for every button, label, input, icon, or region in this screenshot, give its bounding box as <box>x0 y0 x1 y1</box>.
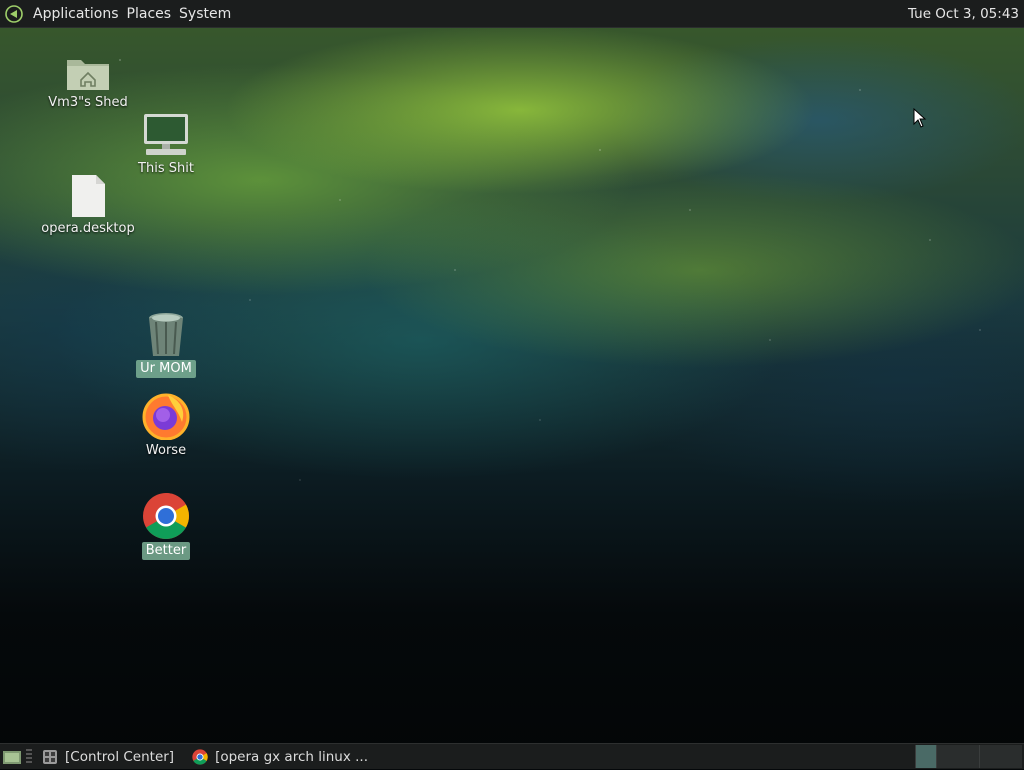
workspace-1[interactable] <box>915 745 936 768</box>
task-label: [opera gx arch linux ... <box>215 748 368 765</box>
home-folder-icon <box>33 40 143 92</box>
computer-icon <box>111 110 221 158</box>
clock[interactable]: Tue Oct 3, 05:43 <box>908 6 1019 22</box>
panel-separator <box>26 748 32 765</box>
desktop-icon-chrome[interactable]: Better <box>111 488 221 560</box>
show-desktop-icon[interactable] <box>2 748 22 766</box>
desktop-icon-home[interactable]: Vm3"s Shed <box>33 40 143 112</box>
chrome-icon <box>111 488 221 540</box>
mouse-cursor-icon <box>913 108 927 128</box>
desktop-icon-label: Ur MOM <box>136 360 196 378</box>
file-icon <box>33 172 143 218</box>
desktop-icon-label: This Shit <box>138 161 194 176</box>
menu-system[interactable]: System <box>175 6 235 22</box>
desktop-icon-computer[interactable]: This Shit <box>111 110 221 178</box>
workspace-3[interactable] <box>979 745 1022 768</box>
desktop-icon-trash[interactable]: Ur MOM <box>111 306 221 378</box>
task-label: [Control Center] <box>65 748 175 765</box>
desktop-icon-label: Better <box>141 542 191 560</box>
desktop-icon-opera-desktop[interactable]: opera.desktop <box>33 172 143 238</box>
top-panel: Applications Places System Tue Oct 3, 05… <box>0 0 1024 28</box>
bottom-panel: [Control Center] [opera gx arch linux ..… <box>0 743 1024 769</box>
workspace-switcher <box>915 745 1022 768</box>
menu-places[interactable]: Places <box>123 6 176 22</box>
menu-applications[interactable]: Applications <box>29 6 123 22</box>
desktop-icon-label: opera.desktop <box>41 221 135 236</box>
chrome-icon <box>192 748 208 765</box>
mate-logo-icon[interactable] <box>5 4 23 23</box>
desktop-icon-firefox[interactable]: Worse <box>111 388 221 460</box>
workspace-2[interactable] <box>936 745 979 768</box>
control-center-icon <box>42 749 58 765</box>
task-button-chrome[interactable]: [opera gx arch linux ... <box>186 745 374 768</box>
firefox-icon <box>111 388 221 440</box>
trash-icon <box>111 306 221 358</box>
task-button-control-center[interactable]: [Control Center] <box>36 745 180 768</box>
desktop-icon-label: Worse <box>145 443 187 458</box>
